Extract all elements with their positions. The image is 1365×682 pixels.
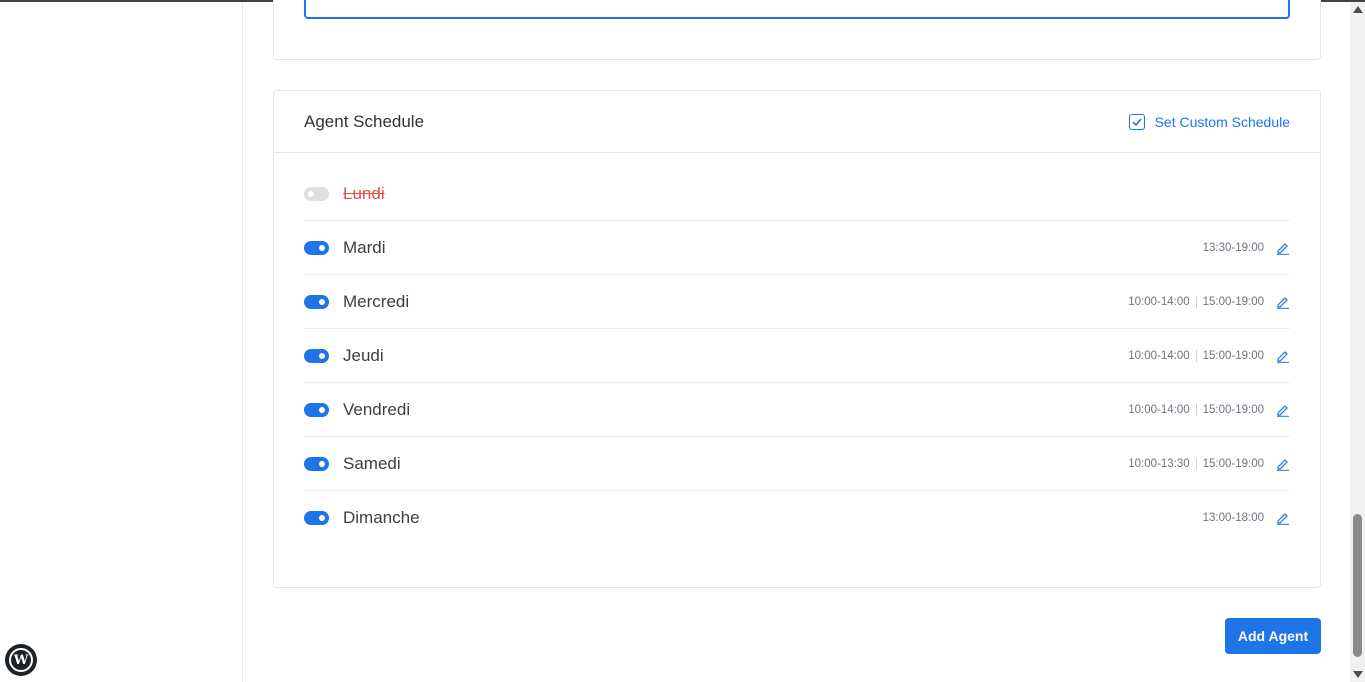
pencil-icon[interactable]	[1276, 457, 1290, 471]
time-slot: 10:00-14:00	[1128, 403, 1190, 416]
time-slots: 10:00-13:30 15:00-19:00	[1128, 457, 1264, 470]
scrollbar[interactable]	[1350, 2, 1365, 682]
selected-option-field[interactable]	[304, 0, 1290, 19]
time-slot: 13:30-19:00	[1202, 241, 1264, 254]
pencil-icon[interactable]	[1276, 349, 1290, 363]
schedule-row-vendredi: Vendredi 10:00-14:00 15:00-19:00	[304, 383, 1290, 437]
pencil-icon[interactable]	[1276, 295, 1290, 309]
day-label: Lundi	[343, 183, 385, 203]
day-toggle[interactable]	[304, 186, 329, 201]
add-agent-button[interactable]: Add Agent	[1225, 618, 1321, 654]
day-label: Jeudi	[343, 345, 384, 365]
time-slots: 10:00-14:00 15:00-19:00	[1128, 403, 1264, 416]
card-title: Agent Schedule	[304, 111, 425, 131]
time-slots: 10:00-14:00 15:00-19:00	[1128, 349, 1264, 362]
admin-sidebar: W	[0, 2, 243, 682]
time-separator	[1195, 349, 1197, 362]
pencil-icon[interactable]	[1276, 511, 1290, 525]
schedule-row-mardi: Mardi 13:30-19:00	[304, 221, 1290, 275]
schedule-row-dimanche: Dimanche 13:00-18:00	[304, 491, 1290, 545]
time-slot: 15:00-19:00	[1202, 403, 1264, 416]
day-toggle[interactable]	[304, 240, 329, 255]
scrollbar-thumb[interactable]	[1353, 514, 1362, 657]
day-toggle[interactable]	[304, 348, 329, 363]
time-separator	[1195, 403, 1197, 416]
time-slots: 13:00-18:00	[1203, 512, 1264, 524]
day-toggle[interactable]	[304, 511, 329, 525]
time-slot: 10:00-14:00	[1128, 349, 1190, 362]
schedule-row-mercredi: Mercredi 10:00-14:00 15:00-19:00	[304, 275, 1290, 329]
set-custom-schedule-toggle[interactable]: Set Custom Schedule	[1128, 113, 1290, 130]
time-slots: 10:00-14:00 15:00-19:00	[1128, 295, 1264, 308]
time-slot: 13:00-18:00	[1202, 512, 1264, 524]
schedule-rows: Lundi Mardi 13:30-19:00 Mercredi 10:00-14:00…	[274, 153, 1320, 545]
day-toggle[interactable]	[304, 294, 329, 309]
scroll-up-icon[interactable]	[1353, 6, 1363, 13]
scroll-down-icon[interactable]	[1353, 671, 1363, 678]
previous-card	[273, 0, 1321, 60]
main-content: Agent Schedule Set Custom Schedule Lundi…	[244, 0, 1350, 682]
day-label: Dimanche	[343, 508, 420, 527]
time-slot: 15:00-19:00	[1202, 457, 1264, 470]
time-slots: 13:30-19:00	[1203, 242, 1264, 254]
day-label: Samedi	[343, 453, 401, 473]
time-separator	[1195, 457, 1197, 470]
pencil-icon[interactable]	[1276, 241, 1290, 255]
day-label: Mardi	[343, 237, 386, 257]
time-slot: 15:00-19:00	[1202, 295, 1264, 308]
card-header: Agent Schedule Set Custom Schedule	[274, 91, 1320, 153]
set-custom-schedule-label[interactable]: Set Custom Schedule	[1155, 114, 1290, 130]
pencil-icon[interactable]	[1276, 403, 1290, 417]
day-toggle[interactable]	[304, 456, 329, 471]
time-slot: 10:00-14:00	[1128, 295, 1190, 308]
schedule-row-lundi: Lundi	[304, 167, 1290, 221]
day-toggle[interactable]	[304, 402, 329, 417]
day-label: Mercredi	[343, 291, 410, 311]
time-slot: 15:00-19:00	[1202, 349, 1264, 362]
agent-schedule-card: Agent Schedule Set Custom Schedule Lundi…	[273, 90, 1321, 588]
time-slot: 10:00-13:30	[1128, 457, 1190, 470]
schedule-row-samedi: Samedi 10:00-13:30 15:00-19:00	[304, 437, 1290, 491]
schedule-row-jeudi: Jeudi 10:00-14:00 15:00-19:00	[304, 329, 1290, 383]
time-separator	[1195, 295, 1197, 308]
wordpress-logo-icon[interactable]: W	[5, 644, 37, 676]
day-label: Vendredi	[343, 399, 411, 419]
checkbox-checked-icon[interactable]	[1128, 113, 1145, 130]
